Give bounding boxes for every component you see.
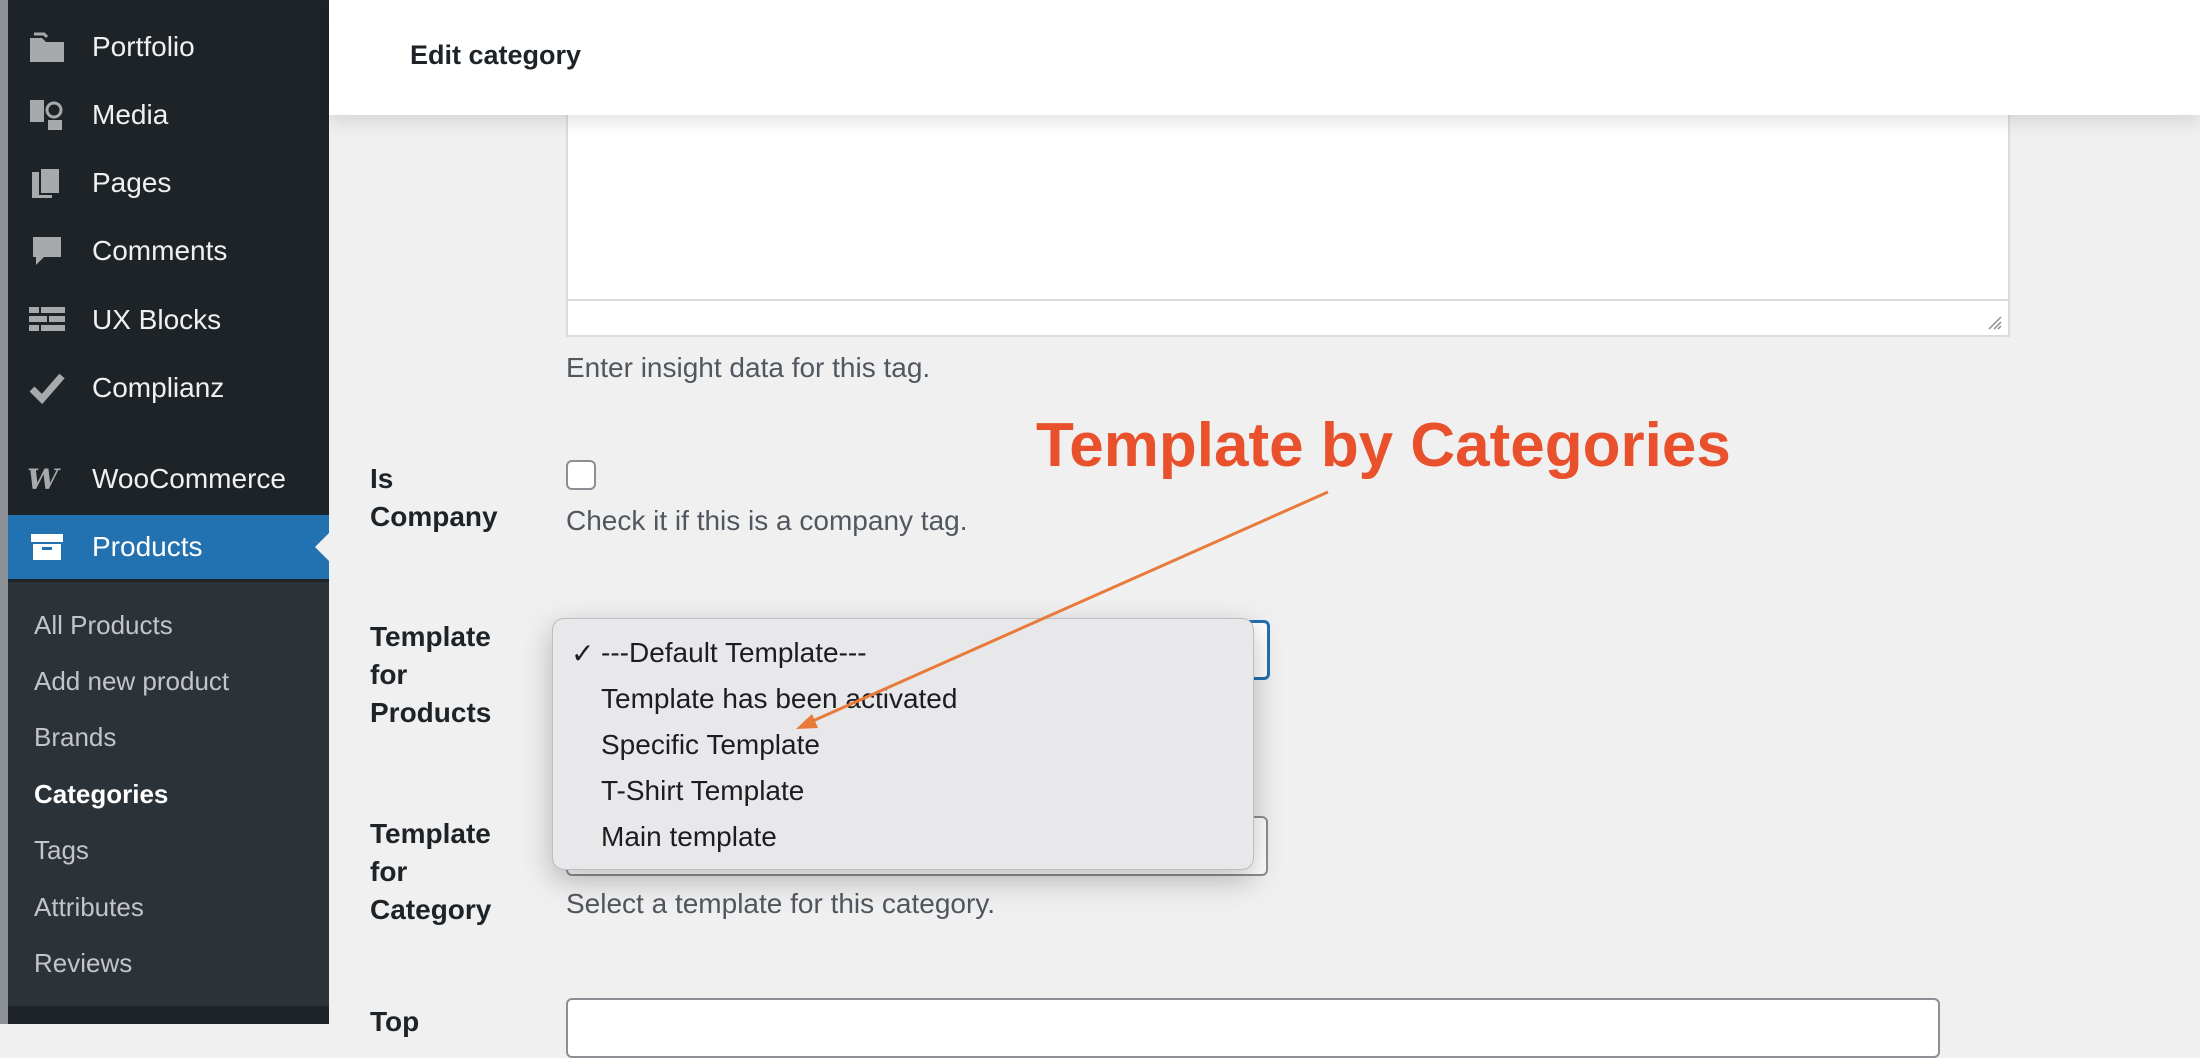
sidebar-item-label: Comments <box>92 235 228 266</box>
dropdown-option[interactable]: Template has been activated <box>601 683 957 715</box>
label-line: Company <box>370 501 498 532</box>
label-line: for <box>370 659 408 690</box>
editor-statusbar <box>568 299 2008 335</box>
label-line: Is <box>370 463 394 494</box>
submenu-reviews[interactable]: Reviews <box>34 948 132 979</box>
resize-grip-icon[interactable] <box>1984 312 2002 330</box>
sidebar-item-portfolio[interactable]: Portfolio <box>8 15 329 79</box>
sidebar-edge <box>0 0 8 1024</box>
page-title: Edit category <box>410 40 582 70</box>
sidebar-item-products[interactable]: Products <box>8 515 329 579</box>
dropdown-option[interactable]: ---Default Template--- <box>601 637 867 669</box>
comments-icon <box>26 230 68 272</box>
next-field-label: Top <box>370 1003 419 1041</box>
sidebar-item-label: Media <box>92 99 169 130</box>
checkmark-icon <box>26 367 68 409</box>
template-category-label: Template for Category <box>370 815 491 929</box>
sidebar-item-comments[interactable]: Comments <box>8 219 329 283</box>
template-products-label: Template for Products <box>370 618 491 732</box>
page-header: Edit category <box>329 0 2200 115</box>
label-line: Category <box>370 894 492 925</box>
option-label: Main template <box>601 821 777 852</box>
sidebar-item-woocommerce[interactable]: W WooCommerce <box>8 447 329 511</box>
sidebar-item-pages[interactable]: Pages <box>8 151 329 215</box>
pages-icon <box>26 162 68 204</box>
sidebar-item-label: UX Blocks <box>92 304 222 335</box>
sidebar-item-label: WooCommerce <box>92 463 286 494</box>
sidebar-item-complianz[interactable]: Complianz <box>8 356 329 420</box>
option-label: T-Shirt Template <box>601 775 805 806</box>
dropdown-option[interactable]: T-Shirt Template <box>601 775 804 807</box>
checkmark-icon: ✓ <box>571 638 595 669</box>
label-line: Template <box>370 621 491 652</box>
submenu-tags[interactable]: Tags <box>34 835 89 866</box>
portfolio-icon <box>26 26 68 68</box>
svg-text:W: W <box>27 465 61 493</box>
submenu-attributes[interactable]: Attributes <box>34 892 144 923</box>
products-submenu: All Products Add new product Brands Cate… <box>8 582 329 1006</box>
sidebar-item-label: Pages <box>92 167 172 198</box>
sidebar-bottom <box>8 1006 329 1024</box>
ux-blocks-icon <box>26 299 68 341</box>
submenu-brands[interactable]: Brands <box>34 722 116 753</box>
media-icon <box>26 94 68 136</box>
annotation-title: Template by Categories <box>1036 411 1731 480</box>
submenu-categories[interactable]: Categories <box>34 779 168 810</box>
insight-help-text: Enter insight data for this tag. <box>566 352 931 383</box>
products-icon <box>26 526 68 568</box>
is-company-help-text: Check it if this is a company tag. <box>566 505 968 536</box>
template-dropdown-menu: ---Default Template--- ✓ Template has be… <box>552 618 1254 870</box>
is-company-label: Is Company <box>370 460 498 536</box>
label-line: Products <box>370 697 492 728</box>
submenu-all-products[interactable]: All Products <box>34 610 173 641</box>
sidebar-item-label: Complianz <box>92 372 225 403</box>
option-label: Template has been activated <box>601 683 958 714</box>
insight-textarea[interactable] <box>566 100 2010 337</box>
submenu-add-new-product[interactable]: Add new product <box>34 666 229 697</box>
sidebar-item-ux-blocks[interactable]: UX Blocks <box>8 288 329 352</box>
is-company-checkbox[interactable] <box>566 460 596 490</box>
woocommerce-icon: W <box>26 458 68 500</box>
option-label: Specific Template <box>601 729 820 760</box>
sidebar-item-label: Portfolio <box>92 31 195 62</box>
template-category-help-text: Select a template for this category. <box>566 888 996 919</box>
dropdown-option[interactable]: Specific Template <box>601 729 820 761</box>
active-pointer <box>315 533 329 561</box>
sidebar-item-label: Products <box>92 531 203 562</box>
sidebar-item-media[interactable]: Media <box>8 83 329 147</box>
label-line: for <box>370 856 408 887</box>
next-field-input[interactable] <box>566 998 1940 1058</box>
label-line: Template <box>370 818 491 849</box>
option-label: ---Default Template--- <box>601 637 867 668</box>
admin-sidebar: Portfolio Media Pages Comments UX Blocks… <box>0 0 329 1024</box>
label-line: Top <box>370 1006 420 1037</box>
dropdown-option[interactable]: Main template <box>601 821 777 853</box>
